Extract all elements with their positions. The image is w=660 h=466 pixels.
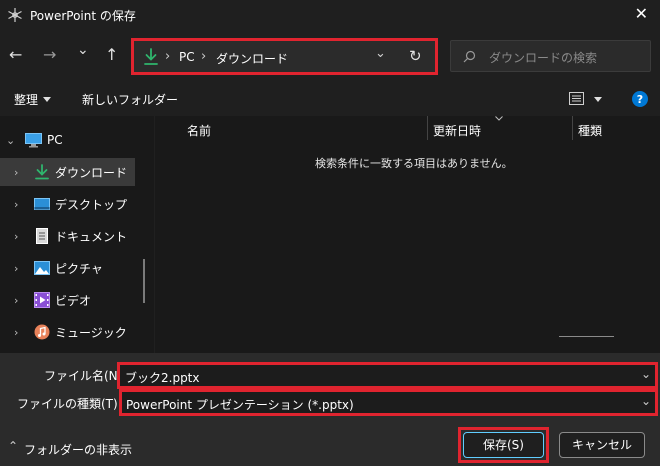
address-dropdown-button[interactable]: ⌄ [375, 46, 386, 61]
tree-item-pc[interactable]: ⌄ PC [0, 126, 154, 154]
breadcrumb-separator: › [165, 49, 171, 64]
navigation-pane: ⌄ PC › ダウンロード › デスクトップ › ドキュメント › ピクチャ ›… [0, 116, 154, 353]
column-header-type[interactable]: 種類 [578, 122, 602, 139]
video-icon [34, 292, 50, 308]
desktop-icon [34, 198, 50, 210]
forward-button[interactable]: → [43, 45, 56, 64]
filetype-value: PowerPoint プレゼンテーション (*.pptx) [126, 398, 354, 412]
search-box[interactable]: ダウンロードの検索 [450, 40, 651, 72]
close-button[interactable]: ✕ [635, 4, 648, 23]
filename-label: ファイル名(N): [44, 369, 127, 383]
recent-locations-button[interactable]: ⌄ [77, 42, 89, 58]
chevron-right-icon[interactable]: › [14, 294, 18, 307]
pictures-icon [34, 261, 50, 275]
save-button[interactable]: 保存(S) [463, 432, 544, 458]
chevron-right-icon[interactable]: › [14, 230, 18, 243]
chevron-down-icon[interactable]: ⌄ [641, 394, 651, 408]
chevron-down-icon[interactable]: ⌄ [641, 367, 651, 381]
tree-label: PC [47, 133, 63, 147]
sidebar-item-documents[interactable]: › ドキュメント [0, 222, 154, 250]
file-list: 名前 更新日時 種類 検索条件に一致する項目はありません。 [155, 116, 660, 353]
music-icon [34, 324, 50, 340]
chevron-up-icon: ⌃ [8, 439, 19, 453]
search-placeholder: ダウンロードの検索 [489, 51, 598, 65]
filename-value: ブック2.pptx [125, 371, 200, 385]
chevron-right-icon[interactable]: › [14, 166, 18, 179]
tree-label: デスクトップ [55, 197, 128, 212]
sidebar-item-music[interactable]: › ミュージック [0, 318, 154, 346]
sidebar-item-pictures[interactable]: › ピクチャ [0, 254, 154, 282]
sidebar-item-videos[interactable]: › ビデオ [0, 286, 154, 314]
caret-down-icon[interactable] [594, 97, 602, 102]
tree-label: ダウンロード [55, 165, 128, 180]
view-options-icon[interactable] [569, 92, 584, 105]
sidebar-scrollbar[interactable] [143, 259, 145, 303]
hide-folders-label: フォルダーの非表示 [24, 443, 133, 457]
app-icon [8, 8, 22, 22]
sidebar-item-downloads[interactable]: › ダウンロード [0, 158, 135, 186]
chevron-right-icon[interactable]: › [14, 198, 18, 211]
column-divider[interactable] [427, 116, 428, 140]
chevron-right-icon[interactable]: › [14, 262, 18, 275]
column-divider[interactable] [572, 116, 573, 140]
filetype-label: ファイルの種類(T): [17, 397, 122, 411]
cancel-button[interactable]: キャンセル [559, 432, 645, 458]
window-title: PowerPoint の保存 [30, 9, 136, 23]
breadcrumb-separator: › [201, 49, 207, 64]
caret-down-icon [43, 97, 51, 102]
filename-input[interactable]: ブック2.pptx ⌄ [117, 362, 658, 389]
pc-icon [25, 132, 42, 147]
svg-text:?: ? [637, 93, 643, 106]
tree-label: ピクチャ [55, 261, 103, 276]
help-icon[interactable]: ? [632, 91, 648, 107]
address-bar[interactable]: › PC › ダウンロード ⌄ ↻ [131, 38, 438, 75]
horizontal-scrollbar[interactable] [559, 336, 614, 337]
sort-chevron-icon [495, 116, 503, 121]
breadcrumb-downloads[interactable]: ダウンロード [216, 50, 288, 67]
tree-label: ミュージック [55, 325, 127, 340]
back-button[interactable]: ← [9, 45, 22, 64]
up-button[interactable]: ↑ [105, 45, 118, 64]
document-icon [36, 228, 48, 244]
search-icon [463, 50, 476, 63]
filetype-select[interactable]: PowerPoint プレゼンテーション (*.pptx) ⌄ [119, 389, 658, 416]
tree-label: ビデオ [55, 293, 92, 308]
tree-label: ドキュメント [55, 229, 128, 244]
column-header-date[interactable]: 更新日時 [433, 122, 481, 139]
sidebar-item-desktop[interactable]: › デスクトップ [0, 190, 154, 218]
organize-button[interactable]: 整理 [14, 91, 38, 108]
download-icon [35, 164, 49, 180]
breadcrumb-pc[interactable]: PC [179, 50, 195, 64]
download-icon [144, 48, 158, 65]
title-bar: PowerPoint の保存 ✕ [0, 0, 660, 30]
column-header-name[interactable]: 名前 [187, 122, 211, 139]
chevron-down-icon[interactable]: ⌄ [6, 134, 15, 147]
refresh-button[interactable]: ↻ [409, 47, 422, 65]
chevron-right-icon[interactable]: › [14, 326, 18, 339]
new-folder-button[interactable]: 新しいフォルダー [82, 91, 178, 108]
empty-message: 検索条件に一致する項目はありません。 [315, 157, 513, 170]
